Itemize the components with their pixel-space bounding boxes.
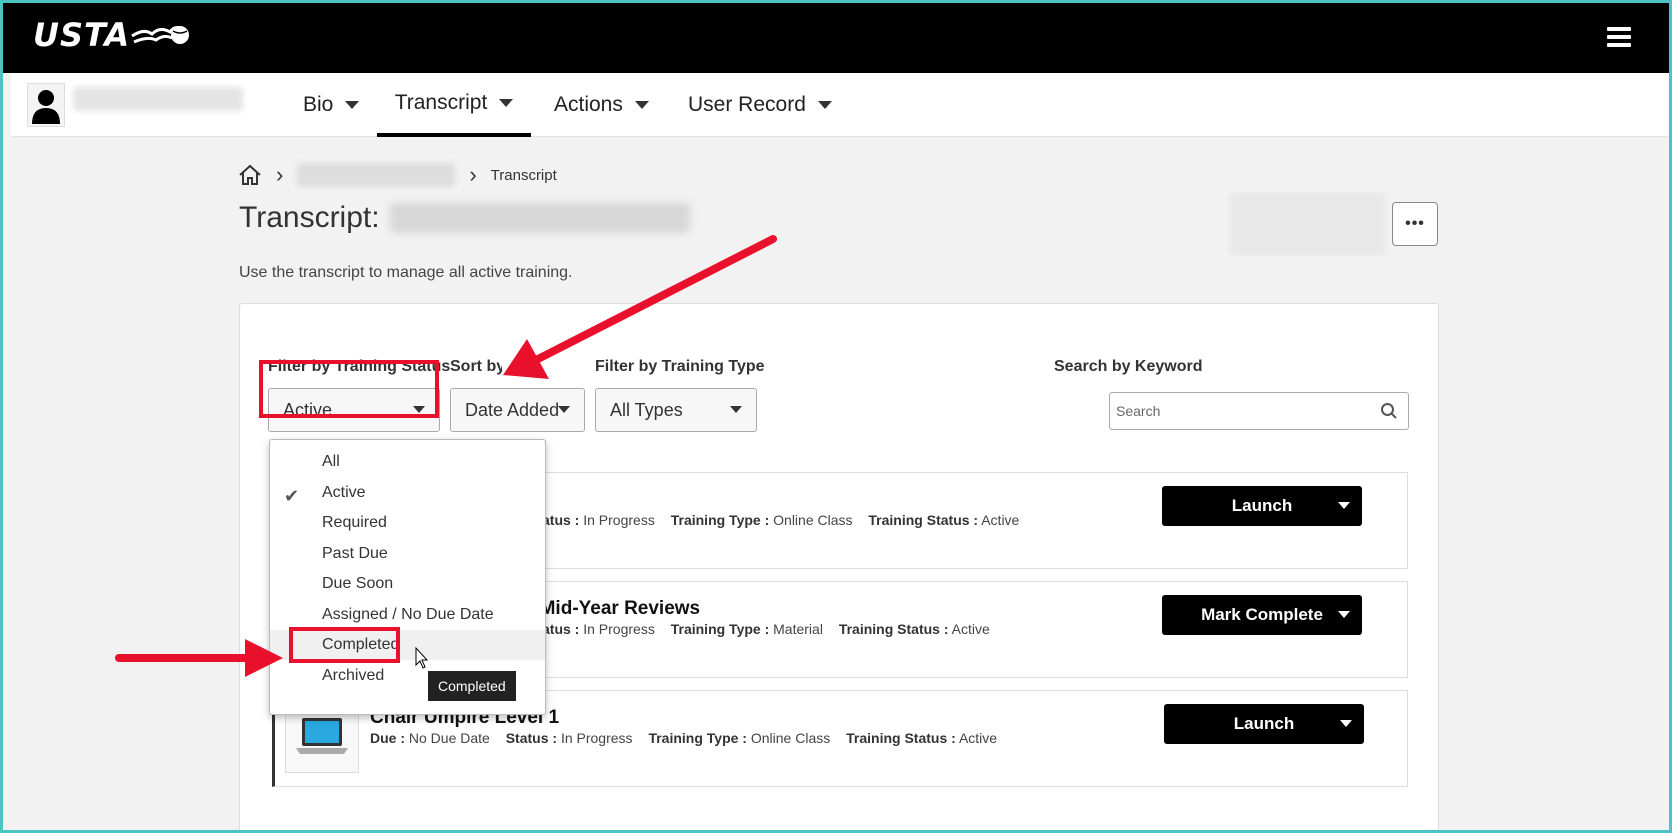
annotation-highlight-box <box>259 360 439 418</box>
top-bar: USTA <box>3 3 1669 73</box>
menu-item-active-label: Active <box>322 484 366 501</box>
chevron-right-icon: › <box>276 162 284 187</box>
breadcrumb-user-redacted[interactable] <box>297 163 456 187</box>
checkmark-icon: ✔ <box>284 486 300 506</box>
launch-button-label: Launch <box>1231 496 1293 515</box>
nav-transcript[interactable]: Transcript <box>377 73 531 137</box>
chevron-down-icon <box>730 406 742 413</box>
home-icon[interactable] <box>238 164 262 186</box>
page-subtitle: Use the transcript to manage all active … <box>239 264 573 281</box>
sort-value: Date Added <box>465 399 560 420</box>
type-label: Training Type : <box>670 621 770 637</box>
menu-item-past-due[interactable]: Past Due <box>270 539 545 569</box>
nav-bio[interactable]: Bio <box>303 73 360 137</box>
breadcrumb-current: Transcript <box>490 166 557 184</box>
type-filter-label: Filter by Training Type <box>595 358 765 375</box>
status-value: In Progress <box>560 730 633 746</box>
sort-label: Sort by <box>450 358 502 375</box>
chevron-down-icon <box>345 101 360 109</box>
status-value: In Progress <box>583 621 655 637</box>
mark-complete-button-label: Mark Complete <box>1201 605 1323 624</box>
nav-actions-label: Actions <box>554 93 623 116</box>
nav-bio-label: Bio <box>303 93 334 116</box>
user-nav-bar: Bio Transcript Actions User Record <box>11 73 1669 137</box>
page-title: Transcript: <box>239 201 690 235</box>
tooltip: Completed <box>428 671 516 701</box>
chevron-right-icon: › <box>469 162 477 187</box>
menu-item-active[interactable]: ✔ Active <box>270 478 545 508</box>
user-name-redacted <box>73 87 243 111</box>
tennis-ball-flame-icon <box>131 26 190 44</box>
training-status-label: Training Status : <box>838 621 949 637</box>
card-meta: Status : In Progress Training Type : Mat… <box>528 621 990 637</box>
training-status-value: Active <box>951 621 990 637</box>
breadcrumb: › › Transcript <box>238 161 557 189</box>
type-value: Online Class <box>750 730 831 746</box>
search-placeholder: Search <box>1116 403 1161 419</box>
nav-actions[interactable]: Actions <box>554 73 649 137</box>
nav-user-record-label: User Record <box>688 93 806 116</box>
launch-button-label: Launch <box>1233 714 1295 733</box>
title-user-redacted <box>389 203 690 233</box>
search-icon[interactable] <box>1380 402 1398 420</box>
type-filter-select[interactable]: All Types <box>595 388 757 432</box>
training-status-value: Active <box>981 512 1020 528</box>
redacted-button[interactable] <box>1230 193 1385 255</box>
training-status-label: Training Status : <box>846 730 956 746</box>
app-window: USTA Bio Transcript Actions User Record … <box>3 3 1669 830</box>
chevron-down-icon <box>634 101 649 109</box>
logo-text: USTA <box>33 16 131 54</box>
menu-item-all[interactable]: All <box>270 447 545 477</box>
avatar[interactable] <box>27 83 65 127</box>
nav-user-record[interactable]: User Record <box>688 73 832 137</box>
training-status-value: Active <box>958 730 998 746</box>
type-filter-value: All Types <box>610 399 683 420</box>
chevron-down-icon[interactable] <box>1340 720 1352 727</box>
main-content: › › Transcript Transcript: Use the trans… <box>3 137 1669 830</box>
type-value: Material <box>773 621 823 637</box>
status-value: In Progress <box>583 512 655 528</box>
chevron-down-icon <box>817 101 832 109</box>
due-value: No Due Date <box>408 730 490 746</box>
page-title-text: Transcript: <box>239 201 380 234</box>
mark-complete-button[interactable]: Mark Complete <box>1162 595 1362 635</box>
training-status-label: Training Status : <box>868 512 979 528</box>
nav-transcript-label: Transcript <box>394 91 488 114</box>
launch-button[interactable]: Launch <box>1164 704 1364 744</box>
chevron-down-icon <box>558 406 570 413</box>
type-value: Online Class <box>773 512 853 528</box>
type-label: Training Type : <box>670 512 770 528</box>
menu-item-due-soon[interactable]: Due Soon <box>270 569 545 599</box>
sort-select[interactable]: Date Added <box>450 388 585 432</box>
type-label: Training Type : <box>648 730 747 746</box>
keyword-label: Search by Keyword <box>1054 358 1203 375</box>
annotation-highlight-box <box>289 627 400 663</box>
menu-item-assigned-no-due-date[interactable]: Assigned / No Due Date <box>270 600 545 630</box>
user-silhouette-icon <box>32 90 60 124</box>
card-meta: Due : No Due Date Status : In Progress T… <box>370 730 997 746</box>
status-label: Status : <box>505 730 558 746</box>
launch-button[interactable]: Launch <box>1162 486 1362 526</box>
more-options-button[interactable]: ••• <box>1392 202 1438 246</box>
card-title[interactable]: : Mid-Year Reviews <box>528 598 700 620</box>
chevron-down-icon[interactable] <box>1338 502 1350 509</box>
due-label: Due : <box>370 730 405 746</box>
chevron-down-icon[interactable] <box>1338 611 1350 618</box>
chevron-down-icon <box>499 99 514 107</box>
search-input[interactable]: Search <box>1109 392 1409 430</box>
menu-item-required[interactable]: Required <box>270 508 545 538</box>
usta-logo[interactable]: USTA <box>33 16 192 54</box>
card-meta: Status : In Progress Training Type : Onl… <box>528 512 1019 528</box>
hamburger-menu-icon[interactable] <box>1607 27 1631 49</box>
